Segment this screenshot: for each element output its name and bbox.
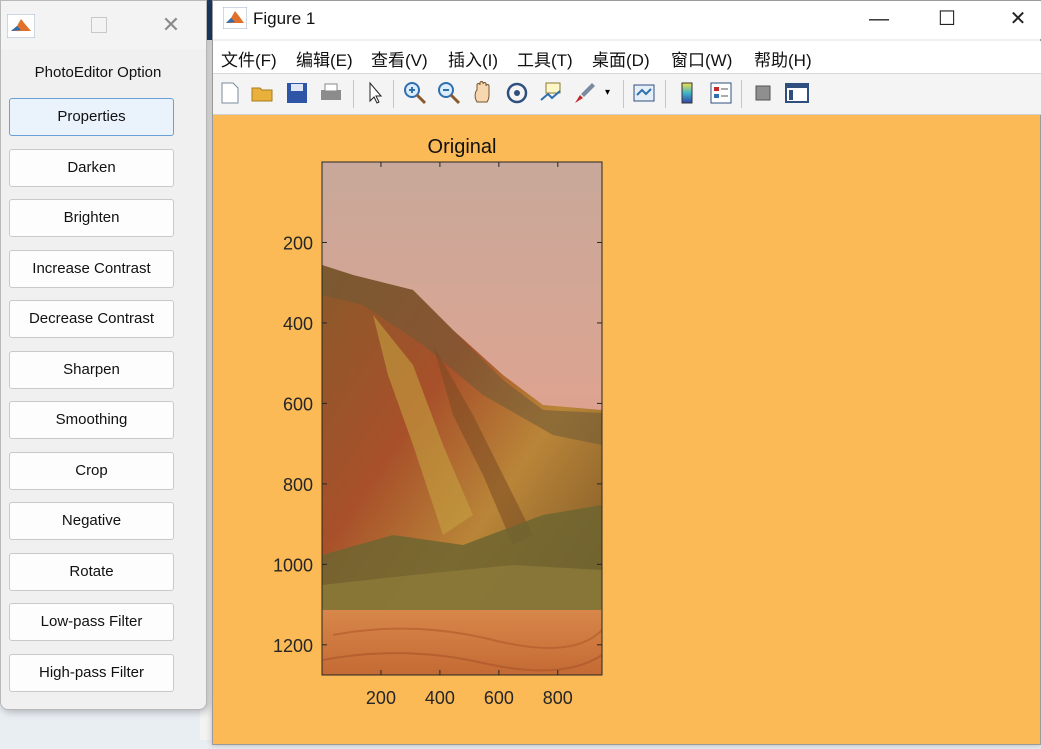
show-plot-tools-icon[interactable] [784,80,810,106]
hide-plot-tools-icon[interactable] [750,80,776,106]
brighten-button[interactable]: Brighten [9,199,174,237]
menu-file[interactable]: 文件(F) [221,46,277,71]
zoom-out-icon[interactable] [436,80,462,106]
axes-title: Original [428,136,497,158]
toolbar-separator [393,80,394,108]
x-tick-label: 400 [425,688,455,708]
menu-window[interactable]: 窗口(W) [671,46,732,71]
window-title: Figure 1 [253,9,316,28]
axes-plot[interactable]: Original 200 400 600 800 200 400 600 800 1000 120… [213,115,1040,744]
panel-heading: PhotoEditor Option [34,64,162,81]
y-tick-label: 1200 [273,636,313,656]
figure-window: Figure 1 — ☐ ✕ 文件(F) 编辑(E) 查看(V) 插入(I) 工… [212,0,1041,745]
negative-button[interactable]: Negative [9,502,174,540]
pointer-icon[interactable] [362,80,388,106]
menu-desktop[interactable]: 桌面(D) [592,46,650,71]
properties-button[interactable]: Properties [9,98,174,136]
toolbar-separator [665,80,666,108]
darken-button[interactable]: Darken [9,149,174,187]
x-tick-label: 600 [484,688,514,708]
maximize-button[interactable] [91,17,107,33]
high-pass-filter-button[interactable]: High-pass Filter [9,654,174,692]
figure-titlebar[interactable]: Figure 1 — ☐ ✕ [213,1,1041,39]
crop-button[interactable]: Crop [9,452,174,490]
sharpen-button[interactable]: Sharpen [9,351,174,389]
decrease-contrast-button[interactable]: Decrease Contrast [9,300,174,338]
minimize-button[interactable]: — [859,5,899,33]
print-icon[interactable] [318,80,344,106]
colorbar-icon[interactable] [674,80,700,106]
chevron-down-icon[interactable]: ▾ [605,80,615,106]
brush-icon[interactable] [572,80,598,106]
new-figure-icon[interactable] [217,80,243,106]
menu-insert[interactable]: 插入(I) [448,46,498,71]
figure-canvas[interactable]: Original 200 400 600 800 200 400 600 800 1000 120… [213,115,1040,744]
pan-icon[interactable] [470,80,496,106]
menu-bar: 文件(F) 编辑(E) 查看(V) 插入(I) 工具(T) 桌面(D) 窗口(W… [213,41,1041,74]
y-tick-label: 800 [283,475,313,495]
menu-view[interactable]: 查看(V) [371,46,428,71]
y-tick-label: 600 [283,394,313,414]
legend-icon[interactable] [708,80,734,106]
matlab-icon [7,14,35,38]
menu-tools[interactable]: 工具(T) [517,46,573,71]
figure-toolbar: ▾ [213,74,1041,115]
tool-window-titlebar[interactable]: ✕ [1,1,206,49]
increase-contrast-button[interactable]: Increase Contrast [9,250,174,288]
image-ground [322,610,602,675]
close-button[interactable]: ✕ [998,5,1038,33]
data-cursor-icon[interactable] [538,80,564,106]
menu-help[interactable]: 帮助(H) [754,46,812,71]
photo-editor-option-window: ✕ PhotoEditor Option Properties Darken B… [0,0,207,710]
matlab-icon [223,7,247,29]
x-tick-label: 800 [543,688,573,708]
y-tick-label: 1000 [273,555,313,575]
y-tick-label: 400 [283,314,313,334]
low-pass-filter-button[interactable]: Low-pass Filter [9,603,174,641]
rotate-button[interactable]: Rotate [9,553,174,591]
menu-edit[interactable]: 编辑(E) [296,46,353,71]
toolbar-separator [623,80,624,108]
save-icon[interactable] [284,80,310,106]
rotate-3d-icon[interactable] [504,80,530,106]
toolbar-separator [353,80,354,108]
close-icon[interactable]: ✕ [159,13,183,37]
zoom-in-icon[interactable] [402,80,428,106]
x-tick-label: 200 [366,688,396,708]
open-icon[interactable] [250,80,276,106]
y-tick-label: 200 [283,233,313,253]
toolbar-separator [741,80,742,108]
link-plot-icon[interactable] [631,80,657,106]
maximize-button[interactable]: ☐ [927,5,967,33]
smoothing-button[interactable]: Smoothing [9,401,174,439]
